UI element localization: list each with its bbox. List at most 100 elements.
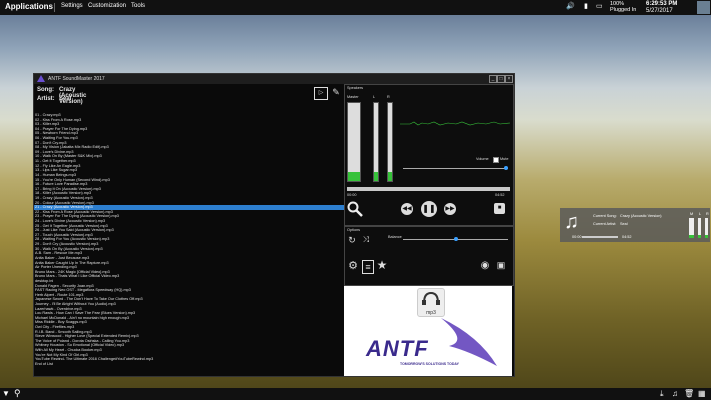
grid-icon[interactable]: ▦ [698,389,706,398]
mp3-badge: mp3 [417,288,445,317]
battery-icon[interactable]: ▭ [596,2,603,10]
clock-time: 6:29:53 PM [646,1,678,7]
left-meter-fill [374,171,378,181]
maximize-button[interactable]: □ [497,75,505,83]
top-panel: Applications Settings Customization Tool… [0,0,711,15]
search-icon[interactable]: ⚲ [14,388,21,399]
widget-right-meter [705,218,708,238]
forward-icon: ▶▶ [445,206,455,212]
logo-area: mp3 ANTF TOMORROW'S SOLUTIONS TODAY [344,286,512,376]
menu-tools[interactable]: Tools [131,3,145,9]
mute-checkbox[interactable] [493,157,499,163]
applications-menu[interactable]: Applications [5,2,53,11]
artist-label: Artist: [37,96,55,102]
widget-left-meter [698,218,701,238]
repeat-icon[interactable]: ↻ [347,235,357,245]
minimize-button[interactable]: _ [489,75,497,83]
volume-icon[interactable]: 🔊 [566,2,575,10]
music-icon[interactable]: ♫ [672,389,678,398]
eye-icon[interactable]: ◉ [478,261,492,271]
playlist-icon[interactable]: ▷ [314,87,328,100]
left-meter [373,102,379,182]
controls-panel: Speakers Master L R Volume Mute 00:00 04… [344,84,514,376]
balance-slider[interactable] [403,237,508,241]
playlist-item[interactable]: End of List [34,362,344,367]
rewind-icon: ◀◀ [402,206,412,212]
widget-artist-value: Seal [620,222,628,226]
seek-bar[interactable] [347,187,510,191]
user-avatar[interactable] [697,1,710,14]
headphones-icon [422,291,440,305]
artist-value: Seal [59,96,72,102]
forward-button[interactable]: ▶▶ [444,203,456,215]
speakers-panel: Speakers Master L R Volume Mute 00:00 04… [344,84,514,226]
widget-r-label: R [706,212,709,216]
widget-master-meter [689,218,694,238]
clock-date: 5/27/2017 [646,8,673,14]
speakers-label: Speakers [347,86,364,90]
artist-row: Artist: Seal [37,96,71,102]
waveform-graph [400,121,510,126]
shuffle-icon[interactable]: ⤨ [361,235,371,245]
widget-l-label: L [699,212,702,216]
r-label: R [387,95,390,99]
widget-m-label: M [690,212,694,216]
right-meter-fill [388,171,392,181]
trash-icon[interactable]: 🗑 [684,389,694,398]
balance-knob[interactable] [453,237,458,241]
mic-icon[interactable]: ✎ [330,86,342,98]
master-label: Master [347,95,359,99]
logo-tagline: TOMORROW'S SOLUTIONS TODAY [400,362,459,366]
rewind-button[interactable]: ◀◀ [401,203,413,215]
playlist-panel: Song: Crazy (Acoustic Version) Artist: S… [34,84,344,376]
pause-button[interactable]: ❚❚ [421,201,437,217]
now-playing-widget: ♫ Current Song: Crazy (Acoustic Version)… [560,208,710,242]
volume-slider[interactable] [403,166,508,170]
volume-knob[interactable] [503,166,508,170]
star-icon[interactable]: ★ [376,259,388,271]
widget-artist-label: Current Artist: [593,222,617,226]
balance-label: Balance [388,235,402,239]
widget-seek-bar [582,236,618,238]
clock[interactable]: 6:29:53 PM 5/27/2017 [646,1,677,15]
logo-text: ANTF [366,336,429,361]
close-button[interactable]: × [505,75,513,83]
stop-button[interactable]: ■ [494,203,505,214]
menu-settings[interactable]: Settings [61,3,83,9]
widget-song-value: Crazy (Acoustic Version) [620,214,662,218]
soundmaster-window: ANTF SoundMaster 2017 _ □ × Song: Crazy … [33,73,515,377]
battery-plugged: Plugged In [610,7,637,13]
download-icon[interactable]: ⤓ [660,389,664,399]
panel-separator [54,3,55,12]
volume-label: Volume [476,157,489,161]
song-label: Song: [37,87,54,93]
menu-arrow-icon[interactable]: ▼ [2,389,10,398]
l-label: L [373,95,376,99]
song-row: Song: Crazy (Acoustic Version) [37,87,86,105]
window-title: ANTF SoundMaster 2017 [48,76,105,82]
list-icon[interactable]: ≡ [362,260,374,274]
right-meter [387,102,393,182]
search-icon[interactable] [347,201,363,217]
app-logo-icon [37,75,45,82]
mute-label: Mute [500,157,509,161]
options-label: Options [347,228,361,232]
stop-icon: ■ [497,205,502,211]
menu-customization[interactable]: Customization [88,3,126,9]
widget-time-total: 04:52 [622,235,632,239]
master-meter [347,102,361,182]
playlist: 01 - Crazy.mp3 02 - Kiss From A Rose.mp3 0… [34,113,344,375]
settings-icon[interactable]: ⚙ [347,260,359,272]
music-note-icon: ♫ [564,211,579,233]
time-elapsed: 00:00 [347,193,357,197]
widget-song-label: Current Song: [593,214,617,218]
window-titlebar[interactable]: ANTF SoundMaster 2017 _ □ × [34,74,514,84]
network-icon[interactable]: ▮ [584,2,588,10]
bottom-panel: ▼ ⚲ ⤓ ♫ 🗑 ▦ [0,388,711,400]
pause-icon: ❚❚ [422,204,436,213]
master-meter-fill [348,171,360,181]
widget-time-elapsed: 00:00 [572,235,582,239]
time-total: 04:52 [495,193,505,197]
record-icon[interactable]: ▣ [496,259,506,271]
options-panel: Options ↻ ⤨ Balance ⚙ ≡ ★ ◉ ▣ [344,226,514,286]
